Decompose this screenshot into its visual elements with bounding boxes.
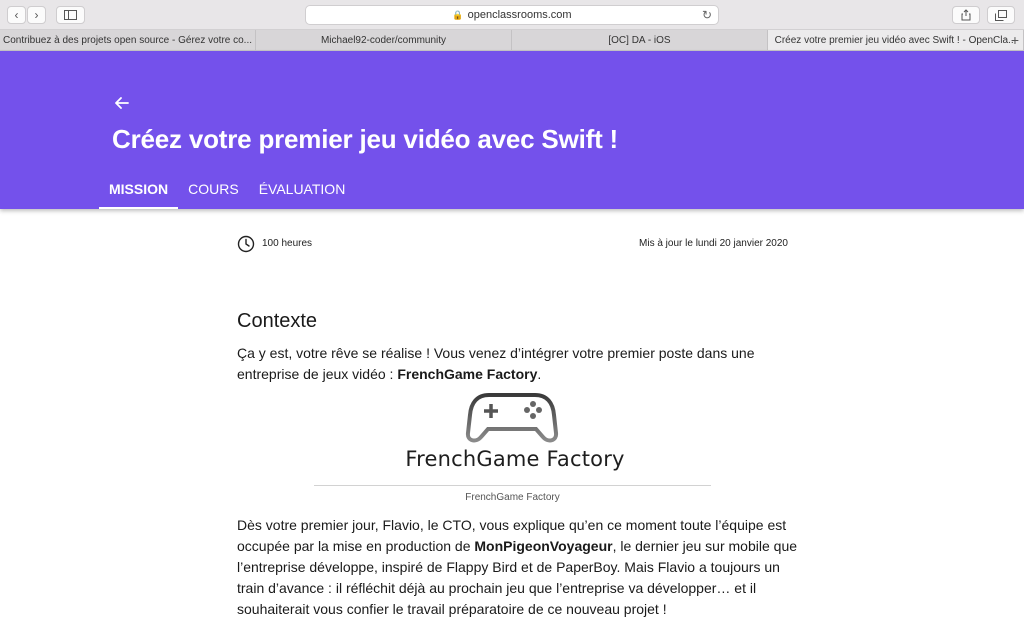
back-nav-button[interactable]: ‹ xyxy=(7,6,26,24)
tabs-icon xyxy=(995,9,1007,21)
figure-caption: FrenchGame Factory xyxy=(465,492,560,503)
figure-divider xyxy=(314,485,711,486)
chevron-right-icon: › xyxy=(34,8,39,22)
browser-tab-active[interactable]: Créez votre premier jeu vidéo avec Swift… xyxy=(768,30,1024,50)
course-title: Créez votre premier jeu vidéo avec Swift… xyxy=(112,124,619,154)
new-tab-icon[interactable]: + xyxy=(1006,30,1024,50)
address-url: openclassrooms.com xyxy=(467,9,572,21)
course-nav: MISSION COURS ÉVALUATION xyxy=(99,173,355,209)
tab-cours[interactable]: COURS xyxy=(178,173,249,209)
browser-tab[interactable]: Contribuez à des projets open source - G… xyxy=(0,30,256,50)
tab-evaluation[interactable]: ÉVALUATION xyxy=(249,173,356,209)
sidebar-icon xyxy=(64,10,77,20)
course-meta: 100 heures Mis à jour le lundi 20 janvie… xyxy=(237,235,788,253)
logo-wordmark: FrenchGame Factory xyxy=(405,447,625,471)
intro-paragraph: Ça y est, votre rêve se réalise ! Vous v… xyxy=(237,343,797,385)
share-button[interactable] xyxy=(952,6,980,24)
course-header: Créez votre premier jeu vidéo avec Swift… xyxy=(0,51,1024,209)
browser-tab[interactable]: [OC] DA - iOS xyxy=(512,30,768,50)
address-bar[interactable]: 🔒 openclassrooms.com ↻ xyxy=(305,5,719,25)
arrow-left-icon[interactable] xyxy=(113,94,131,112)
browser-tab-bar: Contribuez à des projets open source - G… xyxy=(0,30,1024,51)
tab-mission[interactable]: MISSION xyxy=(99,173,179,209)
section-heading: Contexte xyxy=(237,310,318,332)
sidebar-toggle-button[interactable] xyxy=(56,6,85,24)
lock-icon: 🔒 xyxy=(452,9,464,20)
clock-icon xyxy=(237,235,255,253)
course-duration: 100 heures xyxy=(262,238,313,249)
tabs-overview-button[interactable] xyxy=(987,6,1015,24)
body-paragraph: Dès votre premier jour, Flavio, le CTO, … xyxy=(237,515,797,620)
intro-end: . xyxy=(537,366,542,382)
chevron-left-icon: ‹ xyxy=(14,8,19,22)
course-updated-date: Mis à jour le lundi 20 janvier 2020 xyxy=(639,238,788,249)
reload-icon[interactable]: ↻ xyxy=(702,8,712,22)
forward-nav-button[interactable]: › xyxy=(27,6,46,24)
share-icon xyxy=(961,9,971,21)
browser-toolbar: ‹ › 🔒 openclassrooms.com ↻ xyxy=(0,0,1024,30)
company-name: FrenchGame Factory xyxy=(397,366,538,382)
game-name: MonPigeonVoyageur xyxy=(474,538,613,554)
browser-tab[interactable]: Michael92-coder/community xyxy=(256,30,512,50)
